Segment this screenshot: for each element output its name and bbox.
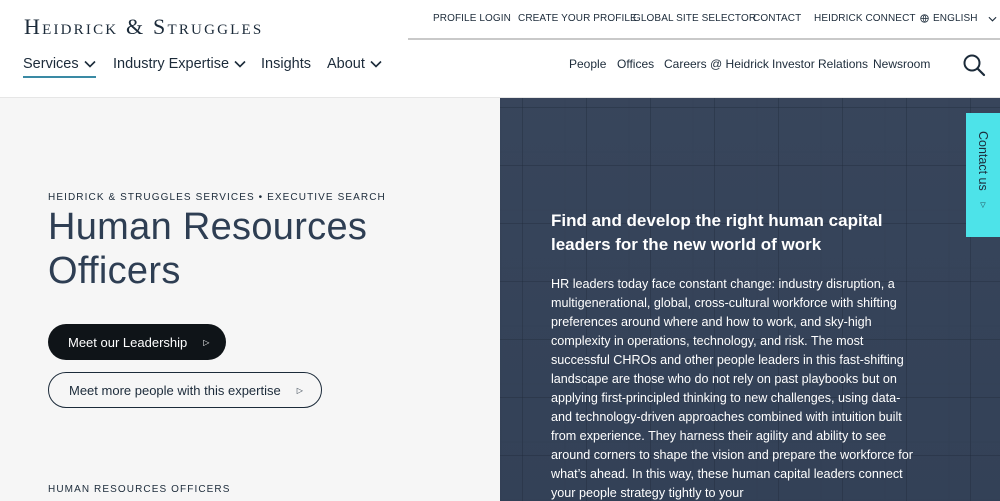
nav-industry-expertise[interactable]: Industry Expertise — [113, 56, 246, 72]
hero-right-panel: Find and develop the right human capital… — [500, 98, 1000, 501]
play-arrow-icon: ▷ — [203, 337, 210, 347]
heidrick-connect-link[interactable]: HEIDRICK CONNECT — [814, 13, 916, 24]
language-selector[interactable]: ENGLISH — [920, 13, 997, 24]
chevron-down-icon — [84, 60, 96, 68]
nav-insights-label: Insights — [261, 56, 311, 72]
chevron-down-icon — [370, 60, 382, 68]
hero-eyebrow: HEIDRICK & STRUGGLES SERVICES • EXECUTIV… — [48, 192, 386, 203]
global-site-selector-link[interactable]: GLOBAL SITE SELECTOR — [633, 13, 756, 24]
profile-login-link[interactable]: PROFILE LOGIN — [433, 13, 511, 24]
panel-body: HR leaders today face constant change: i… — [551, 277, 913, 500]
meet-leadership-label: Meet our Leadership — [68, 334, 188, 350]
search-button[interactable] — [962, 53, 988, 79]
logo-text: Heidrick & Struggles — [24, 14, 264, 39]
nav-people[interactable]: People — [569, 57, 606, 71]
site-header: Heidrick & Struggles PROFILE LOGIN CREAT… — [0, 0, 1000, 98]
meet-leadership-button[interactable]: Meet our Leadership ▷ — [48, 324, 226, 360]
nav-services[interactable]: Services — [23, 56, 96, 78]
nav-about-label: About — [327, 56, 365, 72]
panel-headline: Find and develop the right human capital… — [551, 211, 883, 254]
hero-left — [0, 99, 500, 501]
chevron-down-icon — [234, 60, 246, 68]
nav-offices[interactable]: Offices — [617, 57, 654, 71]
nav-careers[interactable]: Careers @ Heidrick — [664, 57, 769, 71]
nav-newsroom[interactable]: Newsroom — [873, 57, 930, 71]
globe-icon — [920, 14, 929, 23]
search-icon — [963, 54, 986, 77]
contact-link[interactable]: CONTACT — [753, 13, 801, 24]
meet-more-people-label: Meet more people with this expertise — [69, 382, 281, 398]
logo[interactable]: Heidrick & Struggles — [24, 14, 263, 40]
nav-industry-expertise-label: Industry Expertise — [113, 56, 230, 72]
chevron-down-icon — [988, 16, 997, 22]
play-arrow-icon: ▷ — [296, 385, 303, 395]
triangle-down-icon: ▽ — [980, 201, 986, 209]
nav-insights[interactable]: Insights — [261, 56, 311, 72]
utility-bar: PROFILE LOGIN CREATE YOUR PROFILE GLOBAL… — [408, 0, 1000, 40]
meet-more-people-button[interactable]: Meet more people with this expertise ▷ — [48, 372, 322, 408]
page-title: Human Resources Officers — [48, 206, 368, 292]
create-profile-link[interactable]: CREATE YOUR PROFILE — [518, 13, 637, 24]
contact-us-label: Contact us — [976, 131, 990, 191]
language-label: ENGLISH — [933, 13, 978, 24]
nav-about[interactable]: About — [327, 56, 382, 72]
contact-us-tab[interactable]: Contact us ▽ — [966, 113, 1000, 237]
nav-investor-relations[interactable]: Investor Relations — [772, 57, 868, 71]
nav-services-label: Services — [23, 56, 79, 72]
section-label: HUMAN RESOURCES OFFICERS — [48, 484, 231, 495]
